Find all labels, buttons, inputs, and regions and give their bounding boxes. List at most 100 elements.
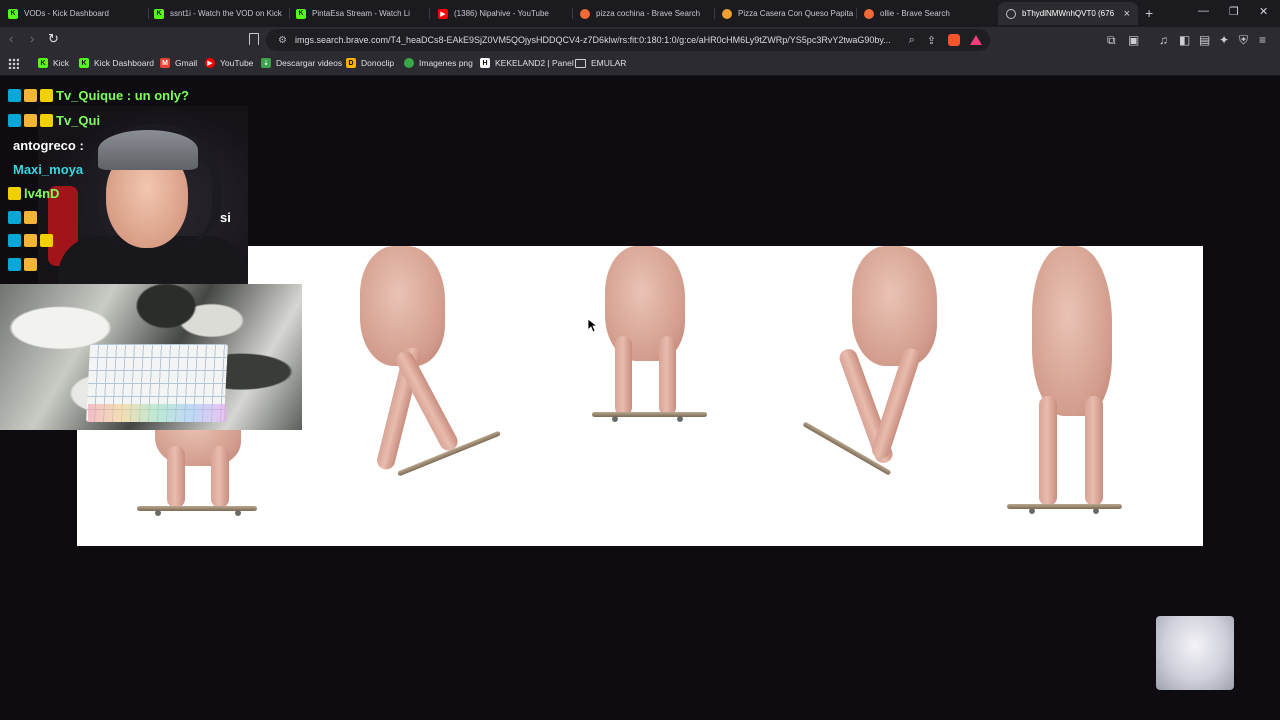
brave-shields-icon[interactable]: [948, 34, 960, 46]
brave-search-icon: [580, 8, 590, 19]
sub-badge-icon: [40, 234, 53, 247]
extensions-icon[interactable]: ⧉: [1107, 33, 1116, 48]
forward-icon[interactable]: ›: [30, 31, 34, 46]
tab-title: ssnt1i - Watch the VOD on Kick: [170, 9, 282, 18]
bookmark-kekeland2-panel[interactable]: H KEKELAND2 | Panel: [480, 58, 574, 68]
finger-hand-4: [797, 246, 947, 481]
kick-icon: K: [79, 58, 89, 68]
leo-ai-icon[interactable]: ✦: [1219, 33, 1229, 47]
reload-icon[interactable]: ↻: [48, 31, 59, 47]
close-window-icon[interactable]: ✕: [1259, 5, 1268, 18]
chat-message: lv4nD: [8, 186, 59, 201]
tab-pintaesa-stream[interactable]: K PintaEsa Stream - Watch Li: [288, 2, 428, 25]
bookmarks-bar: K Kick K Kick Dashboard M Gmail ▶ YouTub…: [0, 53, 1280, 76]
kick-icon: K: [154, 8, 164, 19]
chat-message: Maxi_moya: [13, 162, 83, 177]
gift-badge-icon: [24, 114, 37, 127]
chat-message: Tv_Quique : un only?: [8, 88, 189, 103]
sidebar-icon[interactable]: ◧: [1179, 33, 1190, 47]
bookmark-label: YouTube: [220, 58, 254, 68]
kick-badge-icon: [8, 258, 21, 271]
chat-text: antogreco :: [13, 138, 84, 153]
kick-badge-icon: [8, 89, 21, 102]
tab-pizza-casera[interactable]: Pizza Casera Con Queso Papita: [714, 2, 856, 25]
tab-title: PintaEsa Stream - Watch Li: [312, 9, 410, 18]
chat-text: Tv_Qui: [56, 113, 101, 128]
restore-icon[interactable]: ❐: [1229, 5, 1239, 18]
bookmark-kick-dashboard[interactable]: K Kick Dashboard: [79, 58, 154, 68]
tab-vods-kick-dashboard[interactable]: K VODs - Kick Dashboard: [0, 2, 148, 25]
bookmark-label: Imagenes png: [419, 58, 473, 68]
vpn-icon[interactable]: ⛨: [1239, 33, 1248, 48]
bookmark-donoclip[interactable]: D Donoclip: [346, 58, 394, 68]
bookmark-gmail[interactable]: M Gmail: [160, 58, 197, 68]
bookmark-page-icon[interactable]: [249, 33, 259, 45]
site-info-icon[interactable]: ⚙: [278, 35, 287, 46]
chat-message: [8, 234, 56, 247]
sub-badge-icon: [40, 89, 53, 102]
chat-message: si: [8, 210, 231, 225]
bookmark-label: Kick Dashboard: [94, 58, 155, 68]
brave-rewards-icon[interactable]: [970, 35, 982, 45]
bookmark-youtube[interactable]: ▶ YouTube: [205, 58, 253, 68]
globe-icon: [1006, 8, 1016, 19]
apps-grid-icon[interactable]: [8, 58, 19, 69]
url-text[interactable]: imgs.search.brave.com/T4_heaDCs8-EAkE9Sj…: [295, 35, 903, 45]
bookmark-label: KEKELAND2 | Panel: [495, 58, 574, 68]
tab-pizza-cochina[interactable]: pizza cochina - Brave Search: [572, 2, 714, 25]
kekeland-icon: H: [480, 58, 490, 68]
finger-hand-3: [587, 246, 707, 436]
png-icon: [404, 58, 414, 68]
zoom-icon[interactable]: ⌕: [909, 34, 915, 47]
gift-badge-icon: [24, 89, 37, 102]
chat-text: Maxi_moya: [13, 162, 84, 177]
kick-badge-icon: [8, 234, 21, 247]
download-icon: ⇣: [261, 58, 271, 68]
folder-icon: [575, 58, 586, 68]
bookmark-emular-folder[interactable]: EMULAR: [575, 58, 626, 68]
kick-icon: K: [8, 8, 18, 19]
streamer-webcam-overlay: [38, 106, 248, 286]
bookmark-kick[interactable]: K Kick: [38, 58, 69, 68]
tab-title: VODs - Kick Dashboard: [24, 9, 109, 18]
hand-cam-overlay: [0, 284, 302, 430]
menu-icon[interactable]: ≡: [1259, 33, 1266, 47]
tab-ollie-search[interactable]: ollie - Brave Search: [856, 2, 998, 25]
bookmark-label: Descargar videos: [276, 58, 343, 68]
bookmark-label: Gmail: [175, 58, 198, 68]
mouse-cursor-icon: [588, 319, 598, 333]
chat-text: Tv_Quique : un only?: [56, 88, 189, 103]
minimize-icon[interactable]: —: [1198, 5, 1209, 17]
finger-hand-2: [352, 246, 502, 481]
wallet-card-icon[interactable]: ▤: [1199, 33, 1210, 47]
donoclip-icon: D: [346, 58, 356, 68]
sub-badge-icon: [8, 187, 21, 200]
gift-badge-icon: [24, 211, 37, 224]
chat-text: lv4nD: [24, 186, 60, 201]
kick-badge-icon: [8, 114, 21, 127]
bookmark-label: Kick: [53, 58, 70, 68]
tab-nipahive-youtube[interactable]: ▶ (1386) Nipahive - YouTube: [430, 2, 572, 25]
gift-badge-icon: [24, 258, 37, 271]
sub-badge-icon: [40, 114, 53, 127]
bookmark-descargar-videos[interactable]: ⇣ Descargar videos: [261, 58, 342, 68]
toolbar: ‹ › ↻ ⚙ imgs.search.brave.com/T4_heaDCs8…: [0, 27, 1280, 53]
share-icon[interactable]: ⇪: [927, 34, 936, 47]
youtube-icon: ▶: [438, 8, 448, 19]
mini-cam-overlay: [1156, 616, 1234, 690]
bookmark-imagenes-png[interactable]: Imagenes png: [404, 58, 473, 68]
back-icon[interactable]: ‹: [9, 31, 13, 46]
tab-active-image[interactable]: bThydlNMWnhQVT0 (676 ×: [998, 2, 1138, 25]
tab-ssnt1i-vod[interactable]: K ssnt1i - Watch the VOD on Kick: [146, 2, 288, 25]
new-tab-icon[interactable]: +: [1145, 5, 1153, 21]
bookmark-label: EMULAR: [591, 58, 627, 68]
address-bar[interactable]: ⚙ imgs.search.brave.com/T4_heaDCs8-EAkE9…: [266, 29, 990, 51]
gift-badge-icon: [24, 234, 37, 247]
close-tab-icon[interactable]: ×: [1124, 8, 1130, 20]
wallet-icon[interactable]: ▣: [1128, 33, 1139, 47]
chat-message: Tv_Qui: [8, 113, 100, 128]
tab-title: bThydlNMWnhQVT0 (676: [1022, 9, 1115, 18]
brave-search-icon: [864, 8, 874, 19]
kick-icon: K: [296, 8, 306, 19]
media-icon[interactable]: ♫: [1159, 33, 1168, 47]
